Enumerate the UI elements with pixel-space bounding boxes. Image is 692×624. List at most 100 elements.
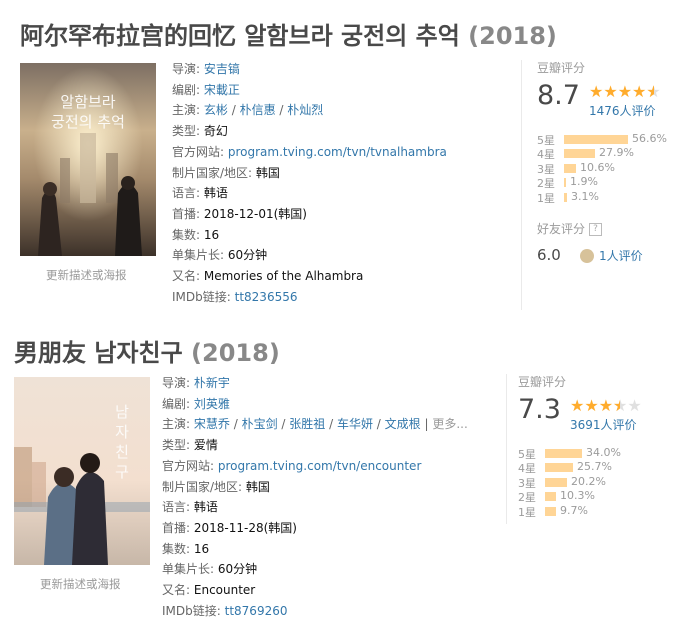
writer-row: 编剧: 刘英雅 (162, 396, 230, 411)
imdb-link[interactable]: tt8236556 (235, 290, 298, 304)
rating-bar (545, 463, 573, 473)
writer-link[interactable]: 刘英雅 (194, 397, 230, 411)
rating-bar-row: 3星 10.6% (537, 161, 687, 176)
poster-title-line1: 알함브라 (60, 93, 115, 111)
poster-title-char: 구 (115, 463, 129, 481)
friend-avatar[interactable] (579, 248, 594, 263)
friend-score: 6.0 (537, 246, 561, 264)
language-value: 韩语 (203, 186, 228, 201)
show-poster[interactable]: 남 자 친 구 (14, 377, 150, 565)
show-year: (2018) (191, 339, 280, 367)
genre-row: 类型: 奇幻 (172, 124, 228, 139)
aka-value: Encounter (193, 583, 256, 598)
show-title-text: 男朋友 남자친구 (14, 339, 183, 367)
premiere-value: 2018-11-28(韩国) (193, 520, 297, 535)
imdb-row: IMDb链接: tt8769260 (162, 603, 288, 618)
rating-bar-label: 1星 (537, 191, 555, 205)
show-info: 导演: 朴新宇 编剧: 刘英雅 主演: 宋慧乔 / 朴宝剑 / 张胜祖 / 车华… (162, 373, 502, 621)
rating-bar-row: 2星 1.9% (537, 175, 687, 190)
rating-divider (506, 374, 507, 524)
rating-bar-label: 1星 (518, 505, 536, 519)
cast-link[interactable]: 宋慧乔 (194, 417, 230, 431)
rating-panel: 豆瓣评分 7.3 ★★★★ ★ ★ 3691人评价 5星 34.0% 4星 25.7% 3星… (518, 373, 678, 519)
episodes-value: 16 (203, 227, 220, 242)
rating-bar (545, 506, 556, 516)
star-full-icon: ★ (584, 396, 599, 415)
rating-header: 豆瓣评分 (537, 61, 586, 75)
rating-bar-percent: 56.6% (632, 132, 667, 145)
edit-description-link[interactable]: 更新描述或海报 (40, 576, 121, 592)
poster-title-char: 친 (115, 443, 129, 461)
friend-votes-link[interactable]: 1人评价 (599, 249, 643, 263)
rating-bar-row: 3星 20.2% (518, 475, 678, 490)
rating-bar-row: 1星 9.7% (518, 503, 678, 519)
language-row: 语言: 韩语 (172, 186, 228, 201)
votes-link[interactable]: 1476人评价 (589, 102, 656, 119)
rating-bar (564, 149, 595, 159)
country-value: 韩国 (245, 479, 270, 494)
friend-rating-header: 好友评分 (537, 222, 586, 236)
poster-title-char: 남 (115, 403, 129, 421)
runtime-value: 60分钟 (217, 562, 258, 577)
episodes-value: 16 (193, 541, 210, 556)
star-full-icon: ★ (598, 396, 614, 415)
rating-header: 豆瓣评分 (518, 375, 567, 389)
writer-link[interactable]: 宋載正 (204, 83, 240, 97)
runtime-value: 60分钟 (227, 248, 268, 263)
rating-bar (545, 492, 556, 502)
cast-link[interactable]: 车华妍 (337, 417, 373, 431)
show-poster[interactable]: 알함브라 궁전의 추억 (20, 63, 156, 256)
site-row: 官方网站: program.tving.com/tvn/encounter (162, 458, 422, 473)
cast-link[interactable]: 朴灿烈 (287, 103, 323, 117)
rating-stars: ★★★★★★ (589, 82, 661, 101)
genre-value: 爱情 (193, 438, 218, 453)
poster-title-line2: 궁전의 추억 (51, 113, 125, 131)
help-icon[interactable]: ? (589, 223, 603, 236)
official-site-link[interactable]: program.tving.com/tvn/tvnalhambra (228, 145, 447, 159)
cast-link[interactable]: 张胜祖 (289, 417, 325, 431)
rating-bar (545, 477, 567, 487)
language-value: 韩语 (193, 500, 218, 515)
show-title: 男朋友 남자친구 (2018) (14, 333, 280, 368)
episodes-row: 集数: 16 (162, 541, 210, 556)
genre-row: 类型: 爱情 (162, 438, 218, 453)
rating-bar-row: 4星 27.9% (537, 146, 687, 161)
rating-score: 8.7 (537, 80, 580, 111)
cast-link[interactable]: 朴宝剑 (242, 417, 278, 431)
rating-bar (564, 135, 628, 144)
imdb-link[interactable]: tt8769260 (225, 604, 288, 618)
poster-image: 알함브라 궁전의 추억 (20, 63, 156, 256)
star-full-icon: ★ (589, 82, 604, 101)
rating-bar-percent: 34.0% (586, 446, 621, 459)
edit-description-link[interactable]: 更新描述或海报 (46, 267, 127, 283)
show-title: 阿尔罕布拉宫的回忆 알함브라 궁전의 추억 (2018) (20, 16, 557, 51)
rating-bar-percent: 1.9% (570, 175, 598, 189)
show-info: 导演: 安吉镐 编剧: 宋載正 主演: 玄彬 / 朴信惠 / 朴灿烈 类型: 奇… (172, 59, 512, 307)
cast-link[interactable]: 玄彬 (204, 103, 228, 117)
director-row: 导演: 安吉镐 (172, 62, 240, 76)
star-half-icon: ★ ★ (613, 396, 628, 415)
writer-row: 编剧: 宋載正 (172, 82, 240, 97)
cast-row: 主演: 宋慧乔 / 朴宝剑 / 张胜祖 / 车华妍 / 文成根 | 更多... (162, 417, 468, 432)
rating-bar-percent: 27.9% (599, 146, 634, 160)
cast-link[interactable]: 朴信惠 (240, 103, 276, 117)
rating-bar-percent: 3.1% (571, 189, 599, 203)
director-link[interactable]: 安吉镐 (204, 62, 240, 76)
episodes-row: 集数: 16 (172, 227, 220, 242)
cast-link[interactable]: 文成根 (385, 417, 421, 431)
country-row: 制片国家/地区: 韩国 (162, 479, 270, 494)
show-year: (2018) (468, 22, 557, 50)
rating-bar-percent: 9.7% (560, 503, 588, 517)
runtime-row: 单集片长: 60分钟 (172, 248, 268, 263)
friend-rating: 好友评分? 6.0 1人评价 (537, 220, 687, 264)
cast-more-link[interactable]: 更多... (432, 417, 467, 431)
rating-bar (564, 163, 576, 173)
star-full-icon: ★ (617, 82, 633, 101)
votes-link[interactable]: 3691人评价 (570, 416, 637, 433)
rating-stars: ★★★★★★ (570, 396, 642, 415)
aka-row: 又名: Encounter (162, 583, 256, 598)
official-site-link[interactable]: program.tving.com/tvn/encounter (218, 459, 422, 473)
director-link[interactable]: 朴新宇 (194, 376, 230, 390)
rating-bar-row: 5星 34.0% (518, 446, 678, 461)
rating-bar-percent: 25.7% (577, 460, 612, 474)
